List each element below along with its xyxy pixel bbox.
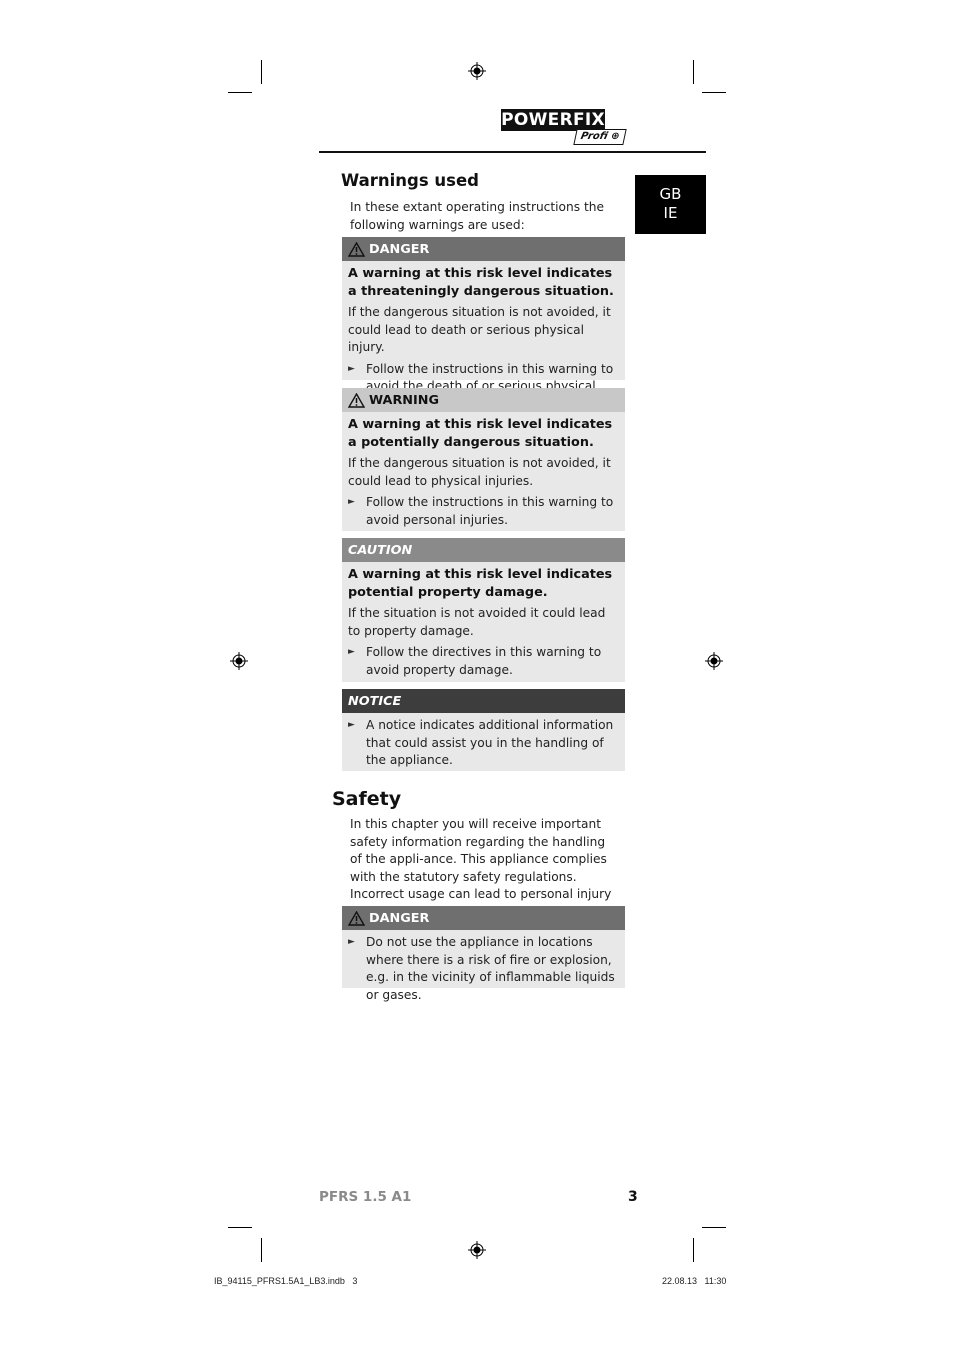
crop-mark <box>702 92 726 93</box>
crop-mark <box>693 60 694 84</box>
registration-mark-icon <box>468 1241 486 1259</box>
bullet-arrow-icon: ► <box>348 937 355 947</box>
warnings-intro: In these extant operating instructions t… <box>350 200 604 232</box>
notice-header: NOTICE <box>342 689 625 713</box>
crop-mark <box>261 1238 262 1262</box>
registration-mark-icon <box>468 62 486 80</box>
logo-sub-label: Profi <box>579 131 609 142</box>
danger-text: If the dangerous situation is not avoide… <box>348 305 611 354</box>
warning-box: WARNING A warning at this risk level ind… <box>342 388 625 531</box>
logo-main-text: POWERFIX <box>501 109 605 131</box>
caution-label: CAUTION <box>348 542 413 558</box>
language-code: IE <box>663 204 678 222</box>
registration-mark-icon <box>230 652 248 670</box>
danger-lead: A warning at this risk level indicates a… <box>348 266 614 299</box>
page-number: 3 <box>628 1189 638 1205</box>
warning-text: If the dangerous situation is not avoide… <box>348 456 611 488</box>
notice-bullet: A notice indicates additional informatio… <box>366 718 614 767</box>
notice-label: NOTICE <box>348 693 402 709</box>
crop-mark <box>693 1238 694 1262</box>
logo-sub-text: Profi ⊕ <box>573 129 627 145</box>
powerfix-logo: POWERFIX Profi ⊕ <box>501 109 627 145</box>
crop-mark <box>228 92 252 93</box>
danger-label: DANGER <box>369 241 430 257</box>
warning-triangle-icon <box>348 392 365 408</box>
crop-mark <box>261 60 262 84</box>
caution-bullet: Follow the directives in this warning to… <box>366 645 602 677</box>
safety-danger-header: DANGER <box>342 906 625 930</box>
safety-danger-box: DANGER ► Do not use the appliance in loc… <box>342 906 625 1002</box>
warning-bullet: Follow the instructions in this warning … <box>366 495 614 527</box>
warning-triangle-icon <box>348 241 365 257</box>
safety-danger-label: DANGER <box>369 910 430 926</box>
registration-mark-icon <box>705 652 723 670</box>
bullet-arrow-icon: ► <box>348 720 355 730</box>
warning-lead: A warning at this risk level indicates a… <box>348 417 613 450</box>
list-item: ► Follow the instructions in this warnin… <box>348 494 619 529</box>
danger-header: DANGER <box>342 237 625 261</box>
bullet-arrow-icon: ► <box>348 497 355 507</box>
language-code: GB <box>659 185 682 203</box>
print-slug-date: 22.08.13 11:30 <box>662 1276 727 1286</box>
warning-header: WARNING <box>342 388 625 412</box>
danger-box: DANGER A warning at this risk level indi… <box>342 237 625 411</box>
caution-box: CAUTION A warning at this risk level ind… <box>342 538 625 682</box>
caution-header: CAUTION <box>342 538 625 562</box>
section-title-safety: Safety <box>332 788 402 810</box>
header-divider <box>319 151 706 153</box>
warning-label: WARNING <box>369 392 439 408</box>
language-tab: GB IE <box>635 175 706 234</box>
section-title-warnings: Warnings used <box>341 171 479 190</box>
print-slug-file: IB_94115_PFRS1.5A1_LB3.indb 3 <box>214 1276 358 1286</box>
caution-text: If the situation is not avoided it could… <box>348 606 606 638</box>
list-item: ► A notice indicates additional informat… <box>348 717 619 770</box>
bullet-arrow-icon: ► <box>348 647 355 657</box>
notice-box: NOTICE ► A notice indicates additional i… <box>342 689 625 771</box>
safety-danger-bullet: Do not use the appliance in locations wh… <box>366 935 615 1002</box>
crop-mark <box>228 1227 252 1228</box>
list-item: ► Follow the directives in this warning … <box>348 644 619 679</box>
warning-triangle-icon <box>348 910 365 926</box>
crop-mark <box>702 1227 726 1228</box>
list-item: ► Do not use the appliance in locations … <box>348 934 619 1004</box>
caution-lead: A warning at this risk level indicates p… <box>348 567 613 600</box>
footer-model: PFRS 1.5 A1 <box>319 1189 412 1205</box>
